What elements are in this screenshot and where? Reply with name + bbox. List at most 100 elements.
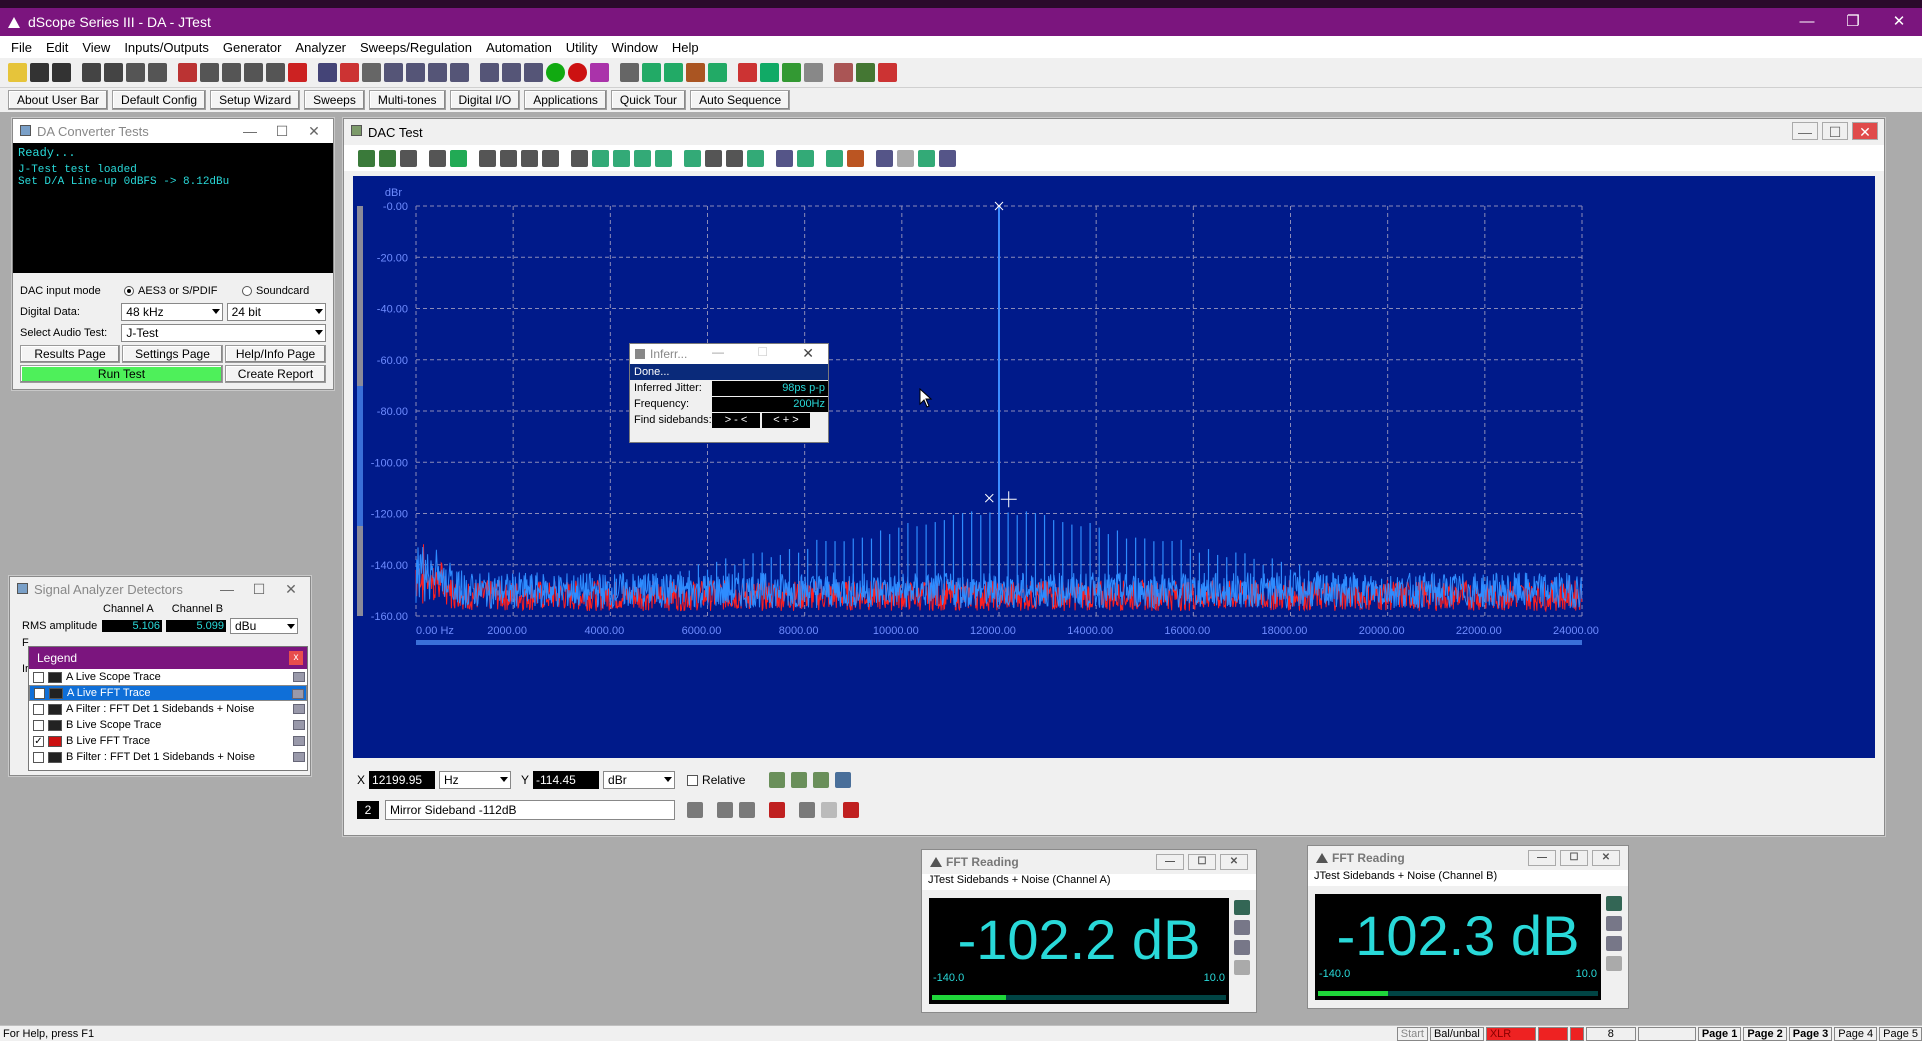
minimize-icon[interactable]: — <box>1528 850 1556 866</box>
menu-sweeps[interactable]: Sweeps/Regulation <box>353 40 479 55</box>
marker-tool-icon[interactable] <box>717 802 733 818</box>
minimize-button[interactable]: — <box>1784 8 1830 36</box>
toolbar-tool-icon[interactable] <box>8 63 27 82</box>
graph-tool-icon[interactable] <box>684 149 701 167</box>
toolbar-tool-icon[interactable] <box>502 63 521 82</box>
default-config-button[interactable]: Default Config <box>112 90 207 110</box>
cursor-move-icon[interactable] <box>769 772 786 788</box>
toolbar-tool-icon[interactable] <box>878 63 897 82</box>
toolbar-tool-icon[interactable] <box>480 63 499 82</box>
maximize-icon[interactable]: ☐ <box>269 122 295 140</box>
applications-button[interactable]: Applications <box>524 90 607 110</box>
maximize-button[interactable]: ❐ <box>1830 8 1876 36</box>
y-unit-select[interactable]: dBr <box>603 771 676 789</box>
minimize-icon[interactable]: — <box>1156 854 1184 870</box>
toolbar-tool-icon[interactable] <box>52 63 71 82</box>
toolbar-tool-icon[interactable] <box>546 63 565 82</box>
log-icon[interactable] <box>1234 940 1250 955</box>
expand-icon[interactable] <box>1606 956 1622 971</box>
graph-tool-icon[interactable] <box>500 149 517 167</box>
graph-tool-icon[interactable] <box>634 149 651 167</box>
menu-utility[interactable]: Utility <box>559 40 605 55</box>
legend-checkbox[interactable] <box>33 703 44 715</box>
status-xlr[interactable]: XLR <box>1485 1027 1536 1041</box>
cursor-center-icon[interactable] <box>835 772 852 788</box>
toolbar-tool-icon[interactable] <box>428 63 447 82</box>
marker-list-icon[interactable] <box>799 802 815 818</box>
legend-checkbox[interactable] <box>33 671 44 683</box>
run-test-button[interactable]: Run Test <box>20 365 223 383</box>
quick-tour-button[interactable]: Quick Tour <box>610 90 687 110</box>
cursor-zoom-icon[interactable] <box>813 772 830 788</box>
menu-generator[interactable]: Generator <box>216 40 289 55</box>
maximize-icon[interactable]: ☐ <box>757 345 768 359</box>
close-icon[interactable]: ✕ <box>301 122 327 140</box>
sample-rate-select[interactable]: 48 kHz <box>121 302 223 321</box>
toolbar-tool-icon[interactable] <box>804 63 823 82</box>
menu-analyzer[interactable]: Analyzer <box>288 40 353 55</box>
graph-tool-icon[interactable] <box>655 149 672 167</box>
settings-icon[interactable] <box>1234 920 1250 935</box>
settings-page-button[interactable]: Settings Page <box>122 344 224 363</box>
graph-tool-icon[interactable] <box>747 149 764 167</box>
graph-tool-icon[interactable] <box>592 149 609 167</box>
graph-tool-icon[interactable] <box>939 149 956 167</box>
legend-trace-options-icon[interactable] <box>293 672 305 682</box>
toolbar-tool-icon[interactable] <box>266 63 285 82</box>
results-page-button[interactable]: Results Page <box>20 344 121 363</box>
fft-graph[interactable]: -0.00 -20.00 -40.00 -60.00 -80.00 -100.00 -120… <box>353 176 1875 758</box>
toolbar-tool-icon[interactable] <box>406 63 425 82</box>
legend-checkbox[interactable]: ✓ <box>33 735 44 747</box>
graph-tool-icon[interactable] <box>613 149 630 167</box>
close-icon[interactable]: ✕ <box>1220 854 1248 870</box>
aes3-radio[interactable] <box>124 286 134 296</box>
graph-tool-icon[interactable] <box>358 149 375 167</box>
toolbar-tool-icon[interactable] <box>760 63 779 82</box>
status-bal-unbal[interactable]: Bal/unbal <box>1429 1027 1484 1041</box>
audio-test-select[interactable]: J-Test <box>121 323 326 342</box>
marker-text-field[interactable]: Mirror Sideband -112dB <box>385 800 675 820</box>
x-unit-select[interactable]: Hz <box>439 771 512 789</box>
toolbar-tool-icon[interactable] <box>708 63 727 82</box>
graph-tool-icon[interactable] <box>847 149 864 167</box>
toolbar-tool-icon[interactable] <box>30 63 49 82</box>
menu-window[interactable]: Window <box>605 40 665 55</box>
graph-tool-icon[interactable] <box>571 149 588 167</box>
graph-tool-icon[interactable] <box>797 149 814 167</box>
graph-tool-icon[interactable] <box>897 149 914 167</box>
create-report-button[interactable]: Create Report <box>224 365 326 383</box>
toolbar-tool-icon[interactable] <box>738 63 757 82</box>
about-user-bar-button[interactable]: About User Bar <box>8 90 109 110</box>
sideband-narrow-button[interactable]: > - < <box>712 412 760 428</box>
legend-close-button[interactable]: x <box>289 651 303 665</box>
toolbar-tool-icon[interactable] <box>126 63 145 82</box>
toolbar-tool-icon[interactable] <box>318 63 337 82</box>
expand-icon[interactable] <box>1234 960 1250 975</box>
rms-unit-select[interactable]: dBu <box>230 618 298 634</box>
bit-depth-select[interactable]: 24 bit <box>226 302 326 321</box>
maximize-icon[interactable]: ☐ <box>1822 122 1848 140</box>
toolbar-tool-icon[interactable] <box>524 63 543 82</box>
close-icon[interactable]: ✕ <box>278 580 304 598</box>
marker-clear-icon[interactable] <box>843 802 859 818</box>
marker-sum-icon[interactable] <box>821 802 837 818</box>
toolbar-tool-icon[interactable] <box>642 63 661 82</box>
toolbar-tool-icon[interactable] <box>782 63 801 82</box>
fft-chart[interactable]: -0.00 -20.00 -40.00 -60.00 -80.00 -100.00 -120… <box>353 176 1875 758</box>
graph-tool-icon[interactable] <box>826 149 843 167</box>
graph-tool-icon[interactable] <box>450 149 467 167</box>
toolbar-tool-icon[interactable] <box>590 63 609 82</box>
legend-trace-options-icon[interactable] <box>293 704 305 714</box>
legend-item[interactable]: B Filter : FFT Det 1 Sidebands + Noise <box>29 749 307 765</box>
page-2-tab[interactable]: Page 2 <box>1743 1027 1787 1041</box>
toolbar-tool-icon[interactable] <box>620 63 639 82</box>
autoscale-icon[interactable] <box>1606 896 1622 911</box>
legend-trace-options-icon[interactable] <box>293 752 305 762</box>
menu-inputs-outputs[interactable]: Inputs/Outputs <box>117 40 216 55</box>
digital-io-button[interactable]: Digital I/O <box>449 90 521 110</box>
toolbar-tool-icon[interactable] <box>686 63 705 82</box>
minimize-icon[interactable]: — <box>214 580 240 598</box>
sweeps-button[interactable]: Sweeps <box>304 90 365 110</box>
graph-tool-icon[interactable] <box>918 149 935 167</box>
legend-trace-options-icon[interactable] <box>293 720 305 730</box>
